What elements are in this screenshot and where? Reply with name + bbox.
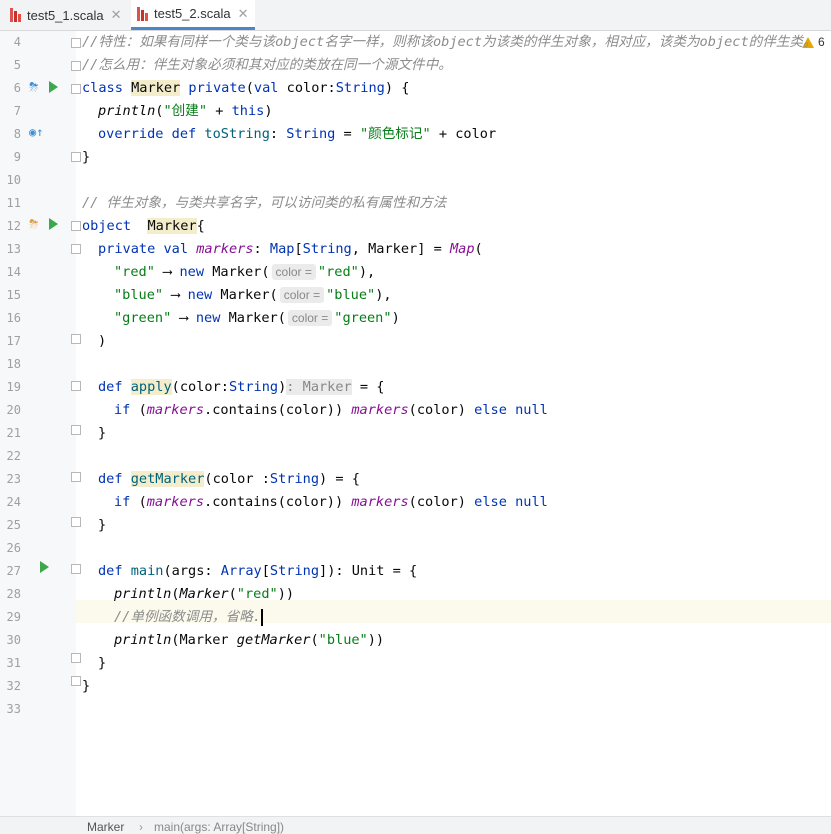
breadcrumb-separator: › xyxy=(139,820,143,834)
override-icon[interactable]: ◉↑ xyxy=(29,125,43,139)
close-icon[interactable]: ✕ xyxy=(238,6,249,22)
comment: // 伴生对象，与类共享名字，可以访问类的私有属性和方法 xyxy=(82,195,447,211)
line-number: 22 xyxy=(6,449,21,463)
run-icon[interactable] xyxy=(49,81,58,93)
code-line: def apply(color:String): Marker = { xyxy=(98,379,385,395)
param-hint: color = xyxy=(279,287,325,303)
close-icon[interactable]: ✕ xyxy=(111,7,122,23)
breadcrumb-method[interactable]: main(args: Array[String]) xyxy=(154,820,284,834)
class-structure-icon[interactable]: ⛈ xyxy=(29,80,39,95)
code-line: //单例函数调用，省略. xyxy=(114,606,263,629)
comment: //单例函数调用，省略. xyxy=(114,609,261,625)
line-number: 33 xyxy=(6,702,21,716)
text-caret xyxy=(260,608,263,626)
line-number: 29 xyxy=(6,610,21,624)
code-line: println("创建" + this) xyxy=(98,103,273,119)
comment: //特性：如果有同样一个类与该object名字一样，则称该object为该类的伴… xyxy=(82,34,817,50)
line-number: 31 xyxy=(6,656,21,670)
code-line: object Marker{ xyxy=(82,218,205,234)
line-number: 16 xyxy=(6,311,21,325)
code-line: // 伴生对象，与类共享名字，可以访问类的私有属性和方法 xyxy=(82,192,446,215)
line-number: 8 xyxy=(13,127,21,141)
line-number: 32 xyxy=(6,679,21,693)
object-structure-icon[interactable]: ⛈ xyxy=(29,217,39,232)
code-line: } xyxy=(98,517,107,533)
line-number: 15 xyxy=(6,288,21,302)
line-number: 18 xyxy=(6,357,21,371)
code-line: if (markers.contains(color)) markers(col… xyxy=(114,402,548,418)
line-number: 5 xyxy=(13,58,21,72)
code-line: "green" ⟶ new Marker(color = "green") xyxy=(114,310,400,326)
line-number: 19 xyxy=(6,380,21,394)
code-line: def main(args: Array[String]): Unit = { xyxy=(98,563,418,579)
line-number: 17 xyxy=(6,334,21,348)
tab-test5-2[interactable]: test5_2.scala ✕ xyxy=(131,0,255,30)
param-hint: color = xyxy=(271,264,316,280)
line-number: 13 xyxy=(6,242,21,256)
code-line: class Marker private(val color:String) { xyxy=(82,80,410,96)
line-number: 23 xyxy=(6,472,21,486)
tab-label: test5_1.scala xyxy=(27,7,104,23)
code-line: override def toString: String = "颜色标记" +… xyxy=(98,126,497,142)
code-line: def getMarker(color :String) = { xyxy=(98,471,360,487)
tab-test5-1[interactable]: test5_1.scala ✕ xyxy=(4,0,128,30)
code-line: } xyxy=(82,149,91,165)
code-line: } xyxy=(98,425,107,441)
param-hint: color = xyxy=(287,310,333,326)
code-line: //怎么用：伴生对象必须和其对应的类放在同一个源文件中。 xyxy=(82,54,452,77)
code-line: println(Marker getMarker("blue")) xyxy=(114,632,385,648)
line-number: 6 xyxy=(13,81,21,95)
line-number: 20 xyxy=(6,403,21,417)
line-number: 7 xyxy=(13,104,21,118)
line-number: 25 xyxy=(6,518,21,532)
code-line: "red" ⟶ new Marker(color = "red"), xyxy=(114,264,376,280)
line-number: 10 xyxy=(6,173,21,187)
code-line: println(Marker("red")) xyxy=(114,586,295,602)
string-literal: "颜色标记" xyxy=(359,126,431,142)
line-number: 9 xyxy=(13,150,21,164)
breadcrumb-class[interactable]: Marker xyxy=(87,820,124,834)
line-number: 12 xyxy=(6,219,21,233)
comment: //怎么用：伴生对象必须和其对应的类放在同一个源文件中。 xyxy=(82,57,452,73)
code-editor[interactable]: //特性：如果有同样一个类与该object名字一样，则称该object为该类的伴… xyxy=(76,31,831,816)
line-number: 26 xyxy=(6,541,21,555)
tab-label: test5_2.scala xyxy=(154,6,231,21)
line-number: 4 xyxy=(13,35,21,49)
type-hint: : Marker xyxy=(286,379,352,395)
breadcrumb-bar: Marker › main(args: Array[String]) xyxy=(0,816,831,834)
code-line: } xyxy=(82,678,91,694)
run-icon[interactable] xyxy=(49,218,58,230)
line-number: 21 xyxy=(6,426,21,440)
scala-file-icon xyxy=(10,8,22,22)
line-number: 30 xyxy=(6,633,21,647)
line-number: 14 xyxy=(6,265,21,279)
code-line: ) xyxy=(98,333,107,349)
string-literal: "创建" xyxy=(163,103,208,119)
code-line: } xyxy=(98,655,107,671)
line-number: 11 xyxy=(6,196,21,210)
code-line: //特性：如果有同样一个类与该object名字一样，则称该object为该类的伴… xyxy=(82,31,817,54)
line-number: 24 xyxy=(6,495,21,509)
run-main-icon[interactable] xyxy=(40,561,49,573)
code-line: private val markers: Map[String, Marker]… xyxy=(98,241,483,257)
code-line: if (markers.contains(color)) markers(col… xyxy=(114,494,548,510)
code-line: "blue" ⟶ new Marker(color = "blue"), xyxy=(114,287,392,303)
line-number: 27 xyxy=(6,564,21,578)
line-number: 28 xyxy=(6,587,21,601)
scala-file-icon xyxy=(137,6,149,21)
tab-bar: test5_1.scala ✕ test5_2.scala ✕ xyxy=(0,0,831,31)
